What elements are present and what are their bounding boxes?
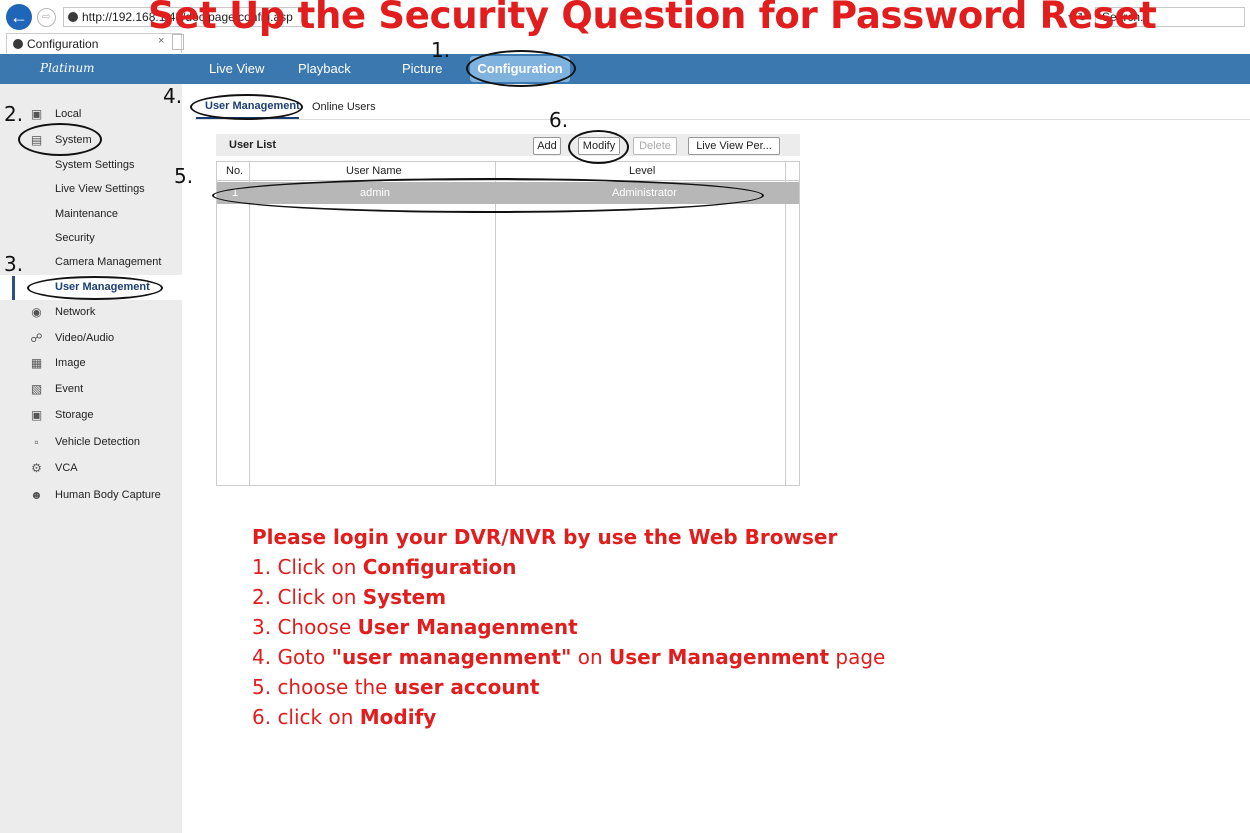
sidebar-item-human-body-capture[interactable]: ☻ Human Body Capture — [0, 483, 182, 508]
vehicle-icon: ▫ — [34, 435, 39, 449]
sidebar-item-system-settings[interactable]: System Settings — [0, 153, 182, 178]
top-nav-bar — [0, 54, 1250, 84]
sidebar-item-label: VCA — [55, 462, 78, 474]
annotation-oval-user-row — [212, 178, 764, 213]
selection-indicator — [12, 276, 15, 300]
sidebar-item-label: System Settings — [55, 159, 135, 171]
add-button[interactable]: Add — [533, 137, 561, 155]
step-emphasis: Configuration — [362, 555, 517, 579]
sidebar-item-label: Camera Management — [55, 256, 162, 268]
sidebar-item-event[interactable]: ▧ Event — [0, 377, 182, 402]
sidebar-item-label: Image — [55, 357, 86, 369]
sidebar-item-video-audio[interactable]: ☍ Video/Audio — [0, 326, 182, 351]
tab-favicon-icon — [13, 39, 23, 49]
annotation-1: 1. — [431, 38, 451, 62]
globe-icon: ◉ — [31, 305, 42, 319]
sidebar-item-label: Maintenance — [55, 208, 118, 220]
step-text: 3. Choose — [252, 615, 358, 639]
step-text: 1. Click on — [252, 555, 363, 579]
column-divider — [249, 162, 250, 485]
annotation-3: 3. — [4, 252, 24, 276]
instruction-step-4: 4. Goto "user managenment" on User Manag… — [252, 642, 885, 672]
live-view-permission-button[interactable]: Live View Per... — [688, 137, 780, 155]
nav-picture[interactable]: Picture — [402, 61, 442, 76]
column-divider — [785, 162, 786, 485]
step-text: on — [571, 645, 610, 669]
column-header-level: Level — [629, 165, 656, 177]
sidebar-item-vehicle-detection[interactable]: ▫ Vehicle Detection — [0, 430, 182, 455]
step-text: 5. choose the — [252, 675, 394, 699]
sidebar-item-security[interactable]: Security — [0, 226, 182, 251]
annotation-oval-modify — [568, 130, 629, 164]
step-emphasis: user account — [393, 675, 540, 699]
back-arrow-icon[interactable]: ← — [6, 4, 32, 30]
annotation-oval-tab — [190, 94, 303, 120]
sidebar-item-local[interactable]: ▣ Local — [0, 102, 182, 127]
annotation-4: 4. — [163, 84, 183, 108]
annotation-2: 2. — [4, 102, 24, 126]
annotation-oval-user-management — [27, 276, 163, 300]
nav-playback[interactable]: Playback — [298, 61, 351, 76]
brand-logo: Platinum — [40, 61, 95, 75]
delete-button[interactable]: Delete — [633, 137, 677, 155]
step-emphasis: User Managenment — [609, 645, 830, 669]
disk-icon: ▣ — [30, 408, 43, 422]
sidebar-item-label: Security — [55, 232, 95, 244]
column-header-no: No. — [226, 165, 244, 177]
annotation-oval-system — [18, 123, 102, 156]
step-emphasis: Modify — [359, 705, 437, 729]
instruction-step-6: 6. click on Modify — [252, 702, 885, 732]
annotation-oval-configuration — [466, 50, 576, 87]
instruction-step-3: 3. Choose User Managenment — [252, 612, 885, 642]
instructions-heading: Please login your DVR/NVR by use the Web… — [252, 525, 838, 549]
sidebar-item-network[interactable]: ◉ Network — [0, 300, 182, 325]
annotation-5: 5. — [174, 164, 194, 188]
sidebar-item-label: Storage — [55, 409, 94, 421]
image-icon: ▦ — [30, 356, 43, 370]
sidebar-item-vca[interactable]: ⚙ VCA — [0, 456, 182, 481]
favicon-icon — [68, 12, 78, 22]
vca-icon: ⚙ — [31, 461, 42, 475]
sidebar-item-label: Vehicle Detection — [55, 436, 140, 448]
step-text: 6. click on — [252, 705, 360, 729]
step-emphasis: User Managenment — [357, 615, 578, 639]
column-header-username: User Name — [346, 165, 402, 177]
sidebar-item-label: Human Body Capture — [55, 489, 161, 501]
instruction-step-2: 2. Click on System — [252, 582, 885, 612]
sidebar-item-maintenance[interactable]: Maintenance — [0, 202, 182, 227]
forward-arrow-icon[interactable]: ⇨ — [37, 8, 56, 27]
calendar-icon: ▧ — [30, 382, 43, 396]
instructions: Please login your DVR/NVR by use the Web… — [252, 522, 885, 732]
monitor-icon: ▣ — [30, 107, 43, 121]
sidebar-item-label: Live View Settings — [55, 183, 145, 195]
sidebar-item-label: Event — [55, 383, 84, 395]
annotation-6: 6. — [549, 108, 569, 132]
mic-camera-icon: ☍ — [30, 331, 43, 345]
tab-title: Configuration — [27, 37, 99, 51]
step-text: 4. Goto — [252, 645, 332, 669]
step-text: 2. Click on — [252, 585, 363, 609]
step-emphasis: System — [362, 585, 447, 609]
sidebar-item-image[interactable]: ▦ Image — [0, 351, 182, 376]
sidebar-item-storage[interactable]: ▣ Storage — [0, 403, 182, 428]
tab-online-users[interactable]: Online Users — [312, 101, 376, 113]
overlay-title: Set Up the Security Question for Passwor… — [148, 0, 1157, 37]
instruction-step-1: 1. Click on Configuration — [252, 552, 885, 582]
sidebar-item-label: Network — [55, 306, 96, 318]
person-capture-icon: ☻ — [30, 488, 43, 502]
user-list-title: User List — [229, 139, 277, 151]
step-emphasis: "user managenment" — [331, 645, 572, 669]
sidebar-item-live-view-settings[interactable]: Live View Settings — [0, 177, 182, 202]
sidebar-item-label: Video/Audio — [55, 332, 115, 344]
sidebar-item-camera-management[interactable]: Camera Management — [0, 250, 182, 275]
step-text: page — [829, 645, 886, 669]
nav-live-view[interactable]: Live View — [209, 61, 264, 76]
instruction-step-5: 5. choose the user account — [252, 672, 885, 702]
